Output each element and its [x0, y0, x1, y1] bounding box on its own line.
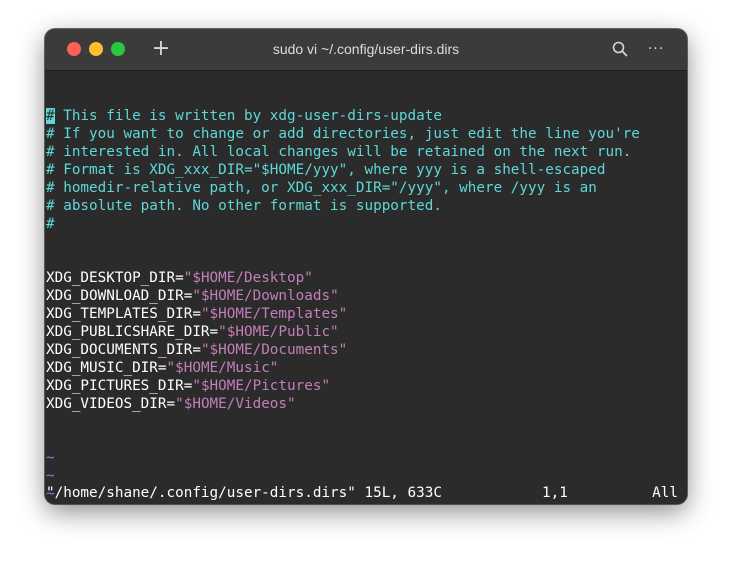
maximize-window-button[interactable]: [111, 42, 125, 56]
status-line: "/home/shane/.config/user-dirs.dirs" 15L…: [45, 484, 687, 502]
config-value: "$HOME/Documents": [200, 342, 348, 358]
config-value: "$HOME/Pictures": [192, 378, 331, 394]
config-entry-line: XDG_TEMPLATES_DIR="$HOME/Templates": [45, 305, 687, 323]
vi-editor[interactable]: # This file is written by xdg-user-dirs-…: [45, 71, 687, 504]
empty-line-marker: ~: [46, 468, 55, 484]
comment-line: # absolute path. No other format is supp…: [46, 198, 442, 214]
config-value: "$HOME/Templates": [200, 306, 348, 322]
config-entry-line: XDG_DESKTOP_DIR="$HOME/Desktop": [45, 269, 687, 287]
search-icon[interactable]: [611, 40, 629, 58]
scroll-indicator: All: [652, 485, 678, 501]
window-title: sudo vi ~/.config/user-dirs.dirs: [272, 41, 460, 57]
equals-sign: =: [192, 342, 201, 358]
config-value: "$HOME/Downloads": [192, 288, 339, 304]
close-window-button[interactable]: [67, 42, 81, 56]
comment-line: # interested in. All local changes will …: [46, 144, 632, 160]
config-entry-line: XDG_MUSIC_DIR="$HOME/Music": [45, 359, 687, 377]
config-key: XDG_DOCUMENTS_DIR: [46, 342, 193, 358]
comment-line: # Format is XDG_xxx_DIR="$HOME/yyy", whe…: [46, 162, 606, 178]
config-value: "$HOME/Desktop": [183, 270, 313, 286]
entry-block: XDG_DESKTOP_DIR="$HOME/Desktop" XDG_DOWNL…: [45, 269, 687, 413]
comment-text: This file is written by xdg-user-dirs-up…: [54, 108, 442, 124]
config-value: "$HOME/Music": [166, 360, 279, 376]
config-key: XDG_TEMPLATES_DIR: [46, 306, 193, 322]
config-entry-line: XDG_DOCUMENTS_DIR="$HOME/Documents": [45, 341, 687, 359]
equals-sign: =: [209, 324, 219, 340]
config-key: XDG_PICTURES_DIR: [46, 378, 184, 394]
terminal-window: + sudo vi ~/.config/user-dirs.dirs ··· #…: [45, 29, 687, 504]
comment-line: # This file is written by xdg-user-dirs-…: [45, 107, 687, 125]
minimize-window-button[interactable]: [89, 42, 103, 56]
config-value: "$HOME/Public": [218, 324, 339, 340]
new-tab-button[interactable]: +: [150, 37, 172, 61]
config-value: "$HOME/Videos": [175, 396, 296, 412]
config-key: XDG_DOWNLOAD_DIR: [46, 288, 184, 304]
equals-sign: =: [166, 396, 176, 412]
config-entry-line: XDG_DOWNLOAD_DIR="$HOME/Downloads": [45, 287, 687, 305]
config-key: XDG_VIDEOS_DIR: [46, 396, 167, 412]
config-entry-line: XDG_PUBLICSHARE_DIR="$HOME/Public": [45, 323, 687, 341]
empty-line-marker: ~: [46, 450, 55, 466]
status-file-info: "/home/shane/.config/user-dirs.dirs" 15L…: [46, 485, 442, 501]
comment-block: # This file is written by xdg-user-dirs-…: [45, 107, 687, 233]
comment-line: #: [46, 216, 55, 232]
equals-sign: =: [192, 306, 201, 322]
config-entry-line: XDG_VIDEOS_DIR="$HOME/Videos": [45, 395, 687, 413]
title-bar[interactable]: + sudo vi ~/.config/user-dirs.dirs ···: [45, 29, 687, 71]
config-key: XDG_PUBLICSHARE_DIR: [46, 324, 210, 340]
config-key: XDG_DESKTOP_DIR: [46, 270, 176, 286]
comment-line: # If you want to change or add directori…: [46, 126, 640, 142]
more-options-icon[interactable]: ···: [645, 40, 667, 58]
equals-sign: =: [157, 360, 167, 376]
equals-sign: =: [175, 270, 184, 286]
config-entry-line: XDG_PICTURES_DIR="$HOME/Pictures": [45, 377, 687, 395]
empty-line-marker: ~: [45, 503, 687, 504]
text-cursor: #: [46, 108, 55, 124]
config-key: XDG_MUSIC_DIR: [46, 360, 158, 376]
comment-line: # homedir-relative path, or XDG_xxx_DIR=…: [46, 180, 597, 196]
cursor-position: 1,1: [542, 485, 568, 501]
